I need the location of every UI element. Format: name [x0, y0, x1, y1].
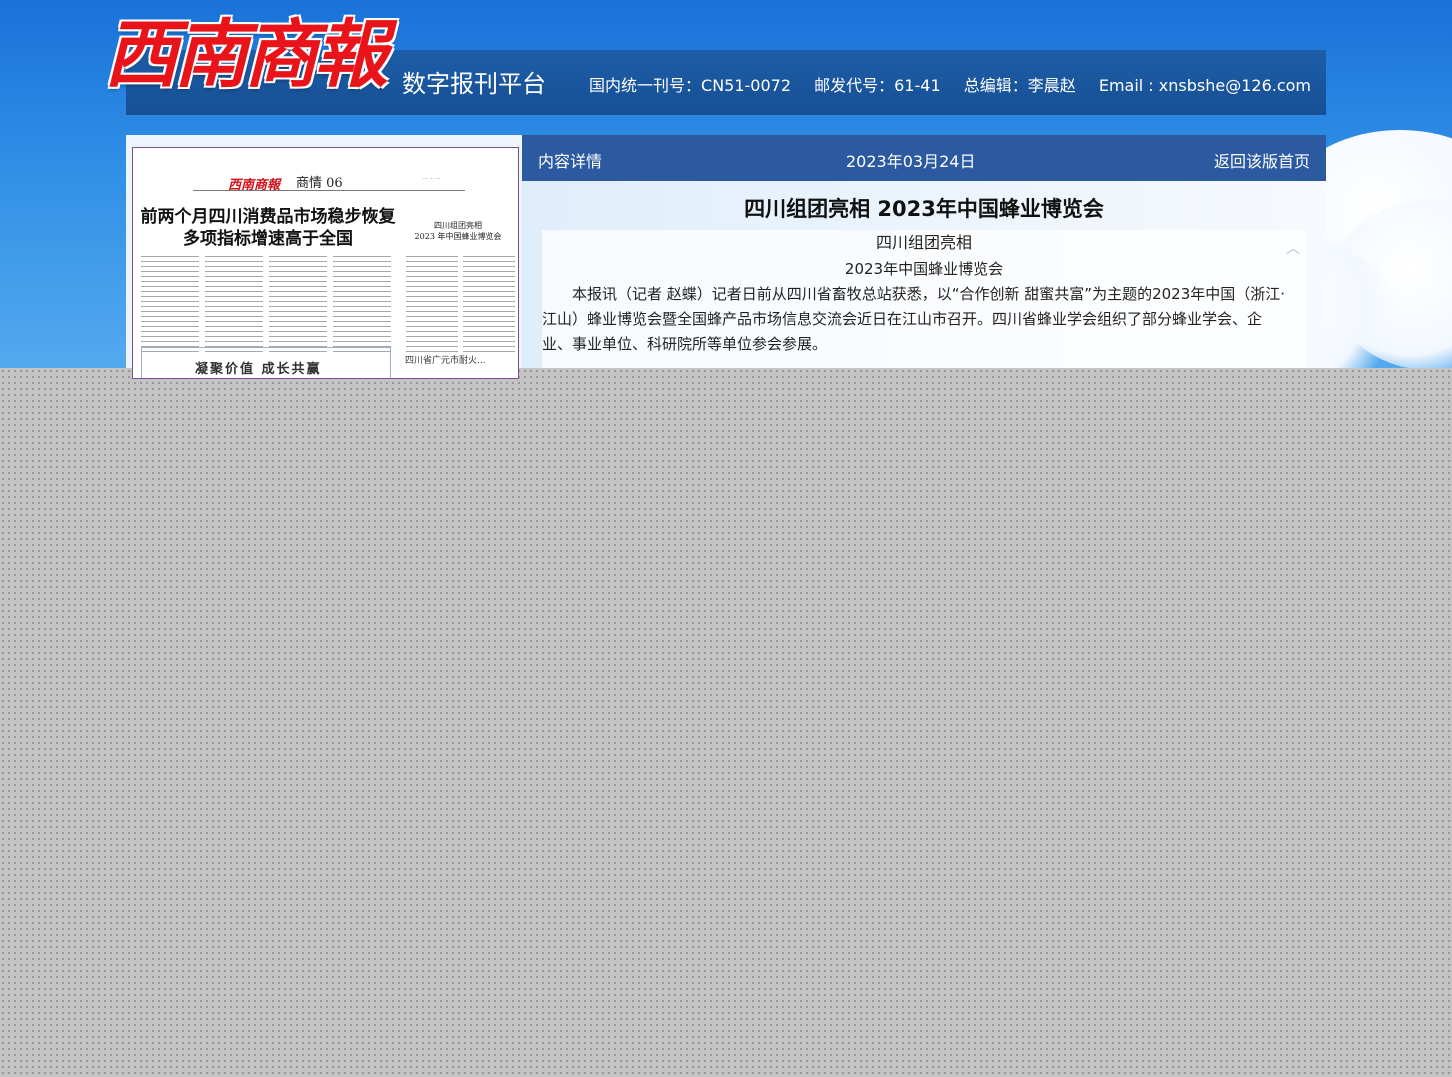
- detail-bar: 内容详情 2023年03月24日 返回该版首页: [522, 135, 1326, 181]
- article-content[interactable]: 四川组团亮相 2023年中国蜂业博览会 本报讯（记者 赵蝶）记者日前从四川省畜牧…: [542, 230, 1306, 368]
- platform-name: 数字报刊平台: [402, 70, 546, 98]
- thumb-feature-title: 凝聚价值 成长共赢: [195, 362, 322, 377]
- postal-code-text: 邮发代号：61-41: [814, 76, 941, 95]
- page-background-pattern: [0, 368, 1452, 1077]
- email-text: Email : xnsbshe@126.com: [1098, 76, 1311, 95]
- thumb-headline[interactable]: 前两个月四川消费品市场稳步恢复 多项指标增速高于全国: [133, 206, 403, 250]
- main-panel: 西南商報 商情 06 ··· ··· ··· 前两个月四川消费品市场稳步恢复 多…: [126, 135, 1326, 379]
- article-title: 四川组团亮相 2023年中国蜂业博览会: [744, 197, 1104, 221]
- chief-editor-text: 总编辑：李晨赵: [963, 76, 1076, 95]
- publication-info: 国内统一刊号：CN51-0072 邮发代号：61-41 总编辑：李晨赵 Emai…: [571, 72, 1311, 96]
- thumb-text-column: [333, 256, 391, 352]
- thumb-text-column: [141, 256, 199, 352]
- thumb-text-column: [205, 256, 263, 352]
- issue-date: 2023年03月24日: [846, 152, 976, 171]
- article-area: 四川组团亮相 2023年中国蜂业博览会 四川组团亮相 2023年中国蜂业博览会 …: [522, 181, 1326, 368]
- article-paragraph: 本报讯（记者 赵蝶）记者日前从四川省畜牧总站获悉，以“合作创新 甜蜜共富”为主题…: [542, 285, 1286, 353]
- article-subtitle: 四川组团亮相: [875, 233, 972, 252]
- scroll-up-icon[interactable]: ︿: [1286, 238, 1300, 258]
- newspaper-page-thumbnail[interactable]: 西南商報 商情 06 ··· ··· ··· 前两个月四川消费品市场稳步恢复 多…: [132, 147, 519, 379]
- thumb-section: 商情 06: [296, 176, 343, 191]
- thumb-small-headline: 四川省广元市耐火...: [405, 356, 486, 366]
- thumb-text-column: [406, 256, 458, 352]
- issn-text: 国内统一刊号：CN51-0072: [589, 76, 792, 95]
- back-to-page-link[interactable]: 返回该版首页: [1214, 148, 1310, 172]
- thumb-text-column: [269, 256, 327, 352]
- thumb-text-column: [463, 256, 515, 352]
- detail-label: 内容详情: [538, 152, 603, 171]
- thumb-side-headline[interactable]: 四川组团亮相 2023 年中国蜂业博览会: [398, 220, 518, 242]
- article-subtitle: 2023年中国蜂业博览会: [844, 260, 1004, 278]
- thumb-dateline: ··· ··· ···: [423, 176, 441, 182]
- newspaper-logo[interactable]: 西南商報: [104, 8, 389, 102]
- thumb-masthead: 西南商報 商情 06 ··· ··· ···: [193, 174, 465, 193]
- thumb-logo: 西南商報: [228, 178, 281, 193]
